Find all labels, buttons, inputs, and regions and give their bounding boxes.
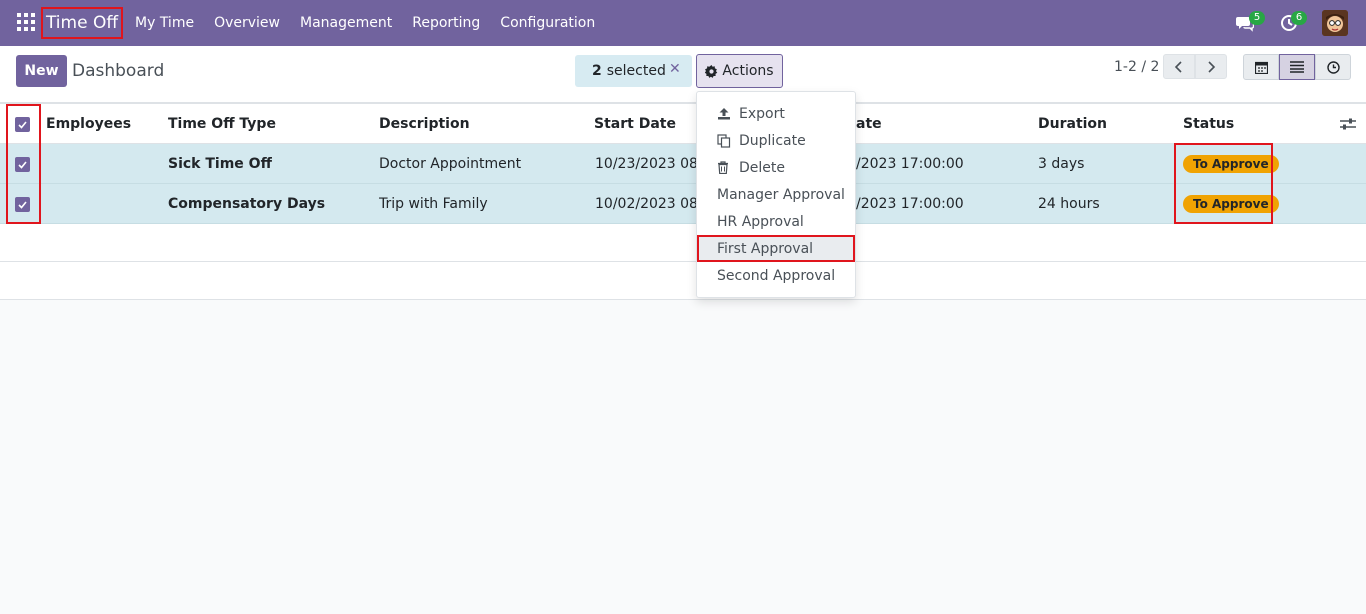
activity-view-button[interactable] <box>1315 54 1351 80</box>
cell-time-off-type: Compensatory Days <box>168 195 326 212</box>
menu-item-hr-approval[interactable]: HR Approval <box>697 208 855 235</box>
header-time-off-type[interactable]: Time Off Type <box>168 104 276 143</box>
header-employees[interactable]: Employees <box>46 104 131 143</box>
control-panel: New Dashboard 2 selected ✕ Actions 1-2 /… <box>0 46 1366 103</box>
time-off-list: Employees Time Off Type Description Star… <box>0 103 1366 300</box>
table-header: Employees Time Off Type Description Star… <box>0 103 1366 144</box>
menu-item-duplicate[interactable]: Duplicate <box>697 127 855 154</box>
selection-indicator: 2 selected ✕ <box>575 55 692 87</box>
header-status[interactable]: Status <box>1183 104 1234 143</box>
header-end-date[interactable]: ate <box>856 104 882 143</box>
menu-item-label: Delete <box>739 159 785 176</box>
optional-columns-sliders-icon[interactable] <box>1340 117 1356 131</box>
actions-label: Actions <box>722 63 774 79</box>
upload-icon <box>717 107 739 120</box>
row-checkbox[interactable] <box>15 157 30 172</box>
selected-count: 2 <box>592 63 602 79</box>
apps-grid-icon[interactable] <box>17 13 35 31</box>
trash-icon <box>717 161 739 174</box>
cell-start-date: 10/02/2023 08:0 <box>595 195 696 212</box>
menu-reporting[interactable]: Reporting <box>412 15 480 31</box>
menu-item-manager-approval[interactable]: Manager Approval <box>697 181 855 208</box>
cell-description: Trip with Family <box>379 195 488 212</box>
select-all-checkbox[interactable] <box>15 117 30 132</box>
new-button[interactable]: New <box>16 55 67 87</box>
check-icon <box>18 200 27 209</box>
menu-item-label: Duplicate <box>739 132 806 149</box>
list-view-button[interactable] <box>1279 54 1315 80</box>
app-title[interactable]: Time Off <box>41 7 123 39</box>
pager-next-button[interactable] <box>1195 54 1227 79</box>
avatar-image-icon <box>1322 10 1348 36</box>
status-badge: To Approve <box>1183 154 1279 173</box>
main-menu: My Time Overview Management Reporting Co… <box>135 0 615 46</box>
cell-duration: 3 days <box>1038 155 1085 172</box>
check-icon <box>18 160 27 169</box>
cell-time-off-type: Sick Time Off <box>168 155 272 172</box>
menu-item-second-approval[interactable]: Second Approval <box>697 262 855 289</box>
menu-item-delete[interactable]: Delete <box>697 154 855 181</box>
pager-previous-button[interactable] <box>1163 54 1195 79</box>
menu-my-time[interactable]: My Time <box>135 15 194 31</box>
list-icon <box>1290 61 1304 73</box>
menu-item-label: Export <box>739 105 785 122</box>
status-badge: To Approve <box>1183 194 1279 213</box>
clock-icon <box>1326 60 1340 74</box>
table-row[interactable]: Sick Time Off Doctor Appointment 10/23/2… <box>0 144 1366 184</box>
pager-value[interactable]: 1-2 / 2 <box>1114 59 1159 75</box>
empty-row <box>0 224 1366 262</box>
menu-management[interactable]: Management <box>300 15 392 31</box>
empty-row <box>0 262 1366 300</box>
cell-duration: 24 hours <box>1038 195 1100 212</box>
header-duration[interactable]: Duration <box>1038 104 1107 143</box>
actions-dropdown-menu: Export Duplicate Delete Manager Approval… <box>696 91 856 298</box>
calendar-view-button[interactable] <box>1243 54 1279 80</box>
cell-end-date: /2023 17:00:00 <box>856 195 964 212</box>
menu-item-export[interactable]: Export <box>697 100 855 127</box>
table-row[interactable]: Compensatory Days Trip with Family 10/02… <box>0 184 1366 224</box>
activity-count-badge: 6 <box>1291 11 1307 25</box>
unselect-all-close-icon[interactable]: ✕ <box>669 61 681 77</box>
status-cell: To Approve <box>1183 184 1279 223</box>
menu-configuration[interactable]: Configuration <box>500 15 595 31</box>
actions-button[interactable]: Actions <box>696 54 783 88</box>
cell-end-date: /2023 17:00:00 <box>856 155 964 172</box>
header-description[interactable]: Description <box>379 104 470 143</box>
chevron-right-icon <box>1208 60 1216 73</box>
user-avatar[interactable] <box>1322 10 1348 36</box>
breadcrumb: Dashboard <box>72 61 165 81</box>
header-start-date[interactable]: Start Date <box>594 104 676 143</box>
chevron-left-icon <box>1174 60 1182 73</box>
status-cell: To Approve <box>1183 144 1279 183</box>
gear-icon <box>705 64 718 78</box>
calendar-icon <box>1254 61 1268 74</box>
selected-text: selected <box>606 63 666 79</box>
row-checkbox[interactable] <box>15 197 30 212</box>
menu-overview[interactable]: Overview <box>214 15 280 31</box>
cell-start-date: 10/23/2023 08:0 <box>595 155 696 172</box>
chat-count-badge: 5 <box>1249 11 1265 25</box>
menu-item-first-approval[interactable]: First Approval <box>697 235 855 262</box>
copy-icon <box>717 133 739 148</box>
top-navbar: Time Off My Time Overview Management Rep… <box>0 0 1366 46</box>
cell-description: Doctor Appointment <box>379 155 522 172</box>
check-icon <box>18 120 27 129</box>
